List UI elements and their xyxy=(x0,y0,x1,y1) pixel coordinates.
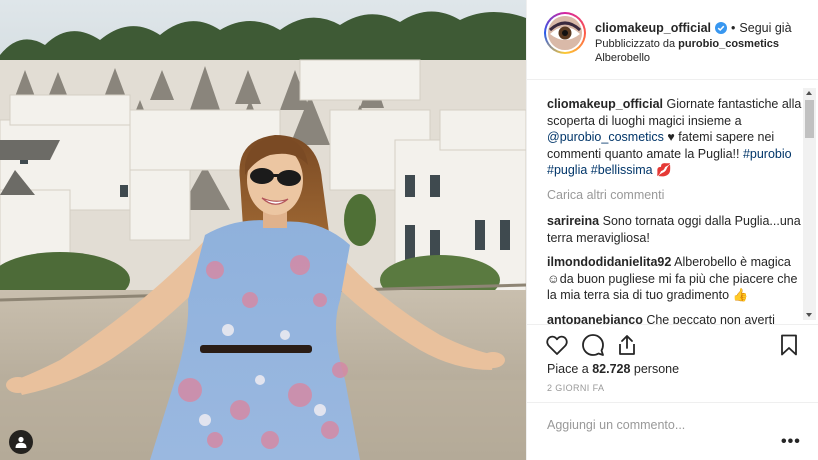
action-bar xyxy=(527,324,818,364)
avatar[interactable] xyxy=(548,16,582,50)
avatar-eye-image xyxy=(548,16,582,50)
verified-badge-icon xyxy=(715,22,728,34)
header-title-row: cliomakeup_official • Segui già xyxy=(595,21,792,35)
user-tag-button[interactable] xyxy=(9,430,33,454)
post-header: cliomakeup_official • Segui già Pubblici… xyxy=(527,0,818,80)
caption-username[interactable]: cliomakeup_official xyxy=(547,97,663,111)
bookmark-icon[interactable] xyxy=(777,333,801,357)
heart-icon[interactable] xyxy=(545,333,569,357)
photo-illustration xyxy=(0,0,526,460)
post-photo[interactable] xyxy=(0,0,526,460)
scroll-up-arrow-icon[interactable] xyxy=(806,91,812,95)
location-link[interactable]: Alberobello xyxy=(595,52,650,64)
kiss-emoji: 💋 xyxy=(656,163,672,177)
post-side-panel: cliomakeup_official • Segui già Pubblici… xyxy=(526,0,818,460)
sponsored-prefix: Pubblicizzato da xyxy=(595,38,676,50)
dot-separator: • xyxy=(731,21,736,35)
header-username[interactable]: cliomakeup_official xyxy=(595,21,711,35)
comment-item: ilmondodidanielita92 Alberobello è magic… xyxy=(547,254,802,304)
sponsor-link[interactable]: purobio_cosmetics xyxy=(678,38,779,50)
scroll-thumb[interactable] xyxy=(805,100,814,138)
person-tag-icon xyxy=(15,436,27,448)
likes-count[interactable]: Piace a 82.728 persone xyxy=(547,362,679,376)
likes-suffix: persone xyxy=(633,362,680,376)
add-comment-bar: ••• xyxy=(527,402,818,460)
comment-username[interactable]: ilmondodidanielita92 xyxy=(547,255,671,269)
comment-item: antopanebianco Che peccato non averti xyxy=(547,312,802,325)
comment-username[interactable]: sarireina xyxy=(547,214,599,228)
likes-number[interactable]: 82.728 xyxy=(592,362,630,376)
comment-item: sarireina Sono tornata oggi dalla Puglia… xyxy=(547,213,802,246)
comments-scrollbar[interactable] xyxy=(803,88,816,320)
comments-list: cliomakeup_official Giornate fantastiche… xyxy=(547,96,802,324)
sponsored-line: Pubblicizzato da purobio_cosmetics xyxy=(595,38,779,50)
caption: cliomakeup_official Giornate fantastiche… xyxy=(547,96,802,179)
comment-text: Che peccato non averti xyxy=(646,312,775,325)
story-ring[interactable] xyxy=(544,12,586,54)
add-comment-input[interactable] xyxy=(547,415,767,435)
post-timestamp[interactable]: 2 GIORNI FA xyxy=(547,383,604,393)
share-icon[interactable] xyxy=(615,333,639,357)
instagram-post-view: cliomakeup_official • Segui già Pubblici… xyxy=(0,0,818,460)
load-more-comments-button[interactable]: Carica altri commenti xyxy=(547,187,802,204)
likes-prefix: Piace a xyxy=(547,362,589,376)
caption-mention[interactable]: @purobio_cosmetics xyxy=(547,130,664,144)
comment-username[interactable]: antopanebianco xyxy=(547,313,643,325)
following-button[interactable]: Segui già xyxy=(739,21,791,35)
comment-bubble-icon[interactable] xyxy=(581,333,605,357)
scroll-down-arrow-icon[interactable] xyxy=(806,313,812,317)
more-options-icon[interactable]: ••• xyxy=(781,433,801,451)
